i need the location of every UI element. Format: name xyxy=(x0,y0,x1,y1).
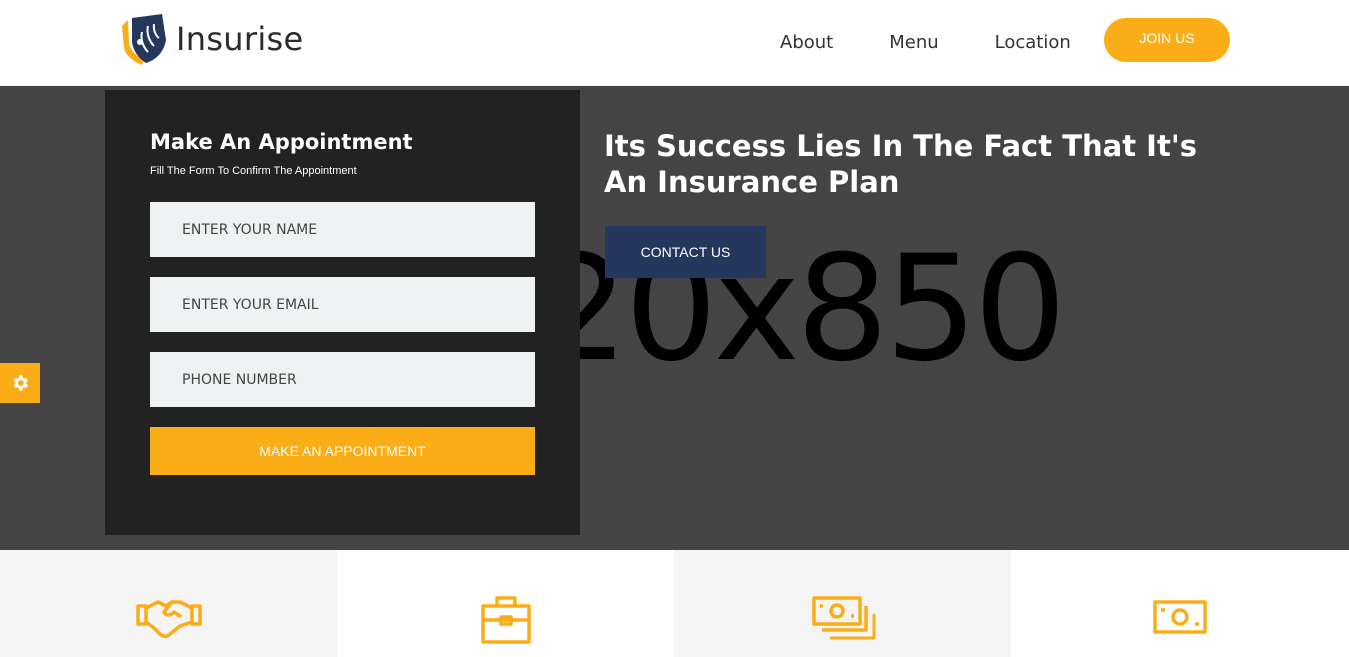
feature-tile xyxy=(0,550,337,657)
settings-toggle[interactable] xyxy=(0,363,40,403)
name-input[interactable] xyxy=(150,202,535,257)
cash-icon xyxy=(1153,600,1207,634)
phone-input[interactable] xyxy=(150,352,535,407)
hero-title: Its Success Lies In The Fact That It's A… xyxy=(604,129,1197,199)
feature-tile xyxy=(337,550,674,657)
email-input[interactable] xyxy=(150,277,535,332)
feature-tile xyxy=(1011,550,1349,657)
nav-item-about[interactable]: About xyxy=(780,32,833,53)
gear-icon xyxy=(13,375,28,391)
form-subtitle: Fill The Form To Confirm The Appointment xyxy=(150,165,357,177)
shield-logo-icon xyxy=(122,14,166,65)
handshake-icon xyxy=(135,600,202,639)
nav-item-location[interactable]: Location xyxy=(995,32,1071,53)
feature-tile xyxy=(674,550,1011,657)
make-appointment-button[interactable]: MAKE AN APPOINTMENT xyxy=(150,427,535,475)
form-title: Make An Appointment xyxy=(150,130,413,154)
cash-stack-icon xyxy=(811,596,875,640)
nav-item-menu[interactable]: Menu xyxy=(889,32,938,53)
brand-name: Insurise xyxy=(176,20,304,58)
join-us-button[interactable]: JOIN US xyxy=(1104,18,1230,62)
logo[interactable]: Insurise xyxy=(118,12,303,66)
site-header: Insurise About Menu Location JOIN US xyxy=(0,0,1349,86)
contact-us-button[interactable]: CONTACT US xyxy=(605,226,766,278)
main-nav: About Menu Location xyxy=(780,32,1127,53)
briefcase-icon xyxy=(480,596,531,644)
feature-tiles xyxy=(0,550,1349,657)
appointment-form-card: Make An Appointment Fill The Form To Con… xyxy=(105,90,580,535)
